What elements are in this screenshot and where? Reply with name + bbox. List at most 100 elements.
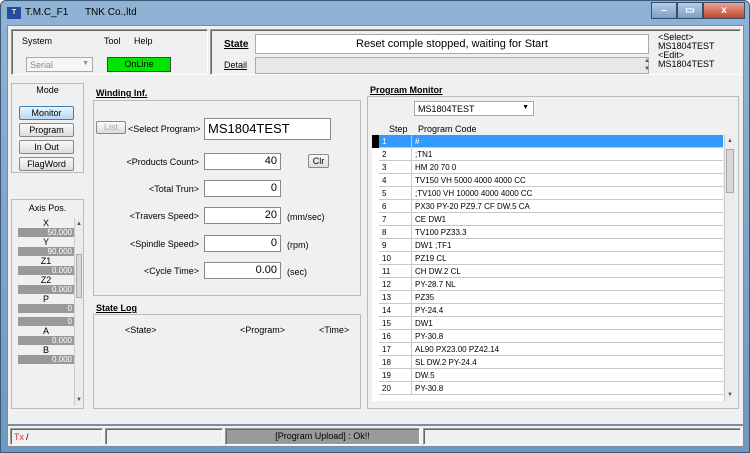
table-row[interactable]: 15 DW1	[372, 316, 723, 330]
scroll-down-icon[interactable]: ▼	[75, 394, 83, 406]
chevron-down-icon: ▼	[82, 60, 89, 67]
total-trun-label: <Total Trun>	[148, 184, 199, 194]
table-row[interactable]: 3 HM 20 70 0	[372, 160, 723, 174]
menu-help[interactable]: Help	[134, 36, 153, 46]
maximize-button[interactable]: ▭	[677, 2, 703, 19]
step-cell: 3	[379, 160, 412, 174]
row-marker	[372, 342, 379, 356]
axis-p-value: 0	[18, 304, 74, 313]
row-marker	[372, 160, 379, 174]
axis-z2-label: Z2	[40, 275, 52, 285]
col-step-header: Step	[389, 124, 408, 134]
menu-tool[interactable]: Tool	[104, 36, 121, 46]
products-count-label: <Products Count>	[126, 157, 199, 167]
table-row[interactable]: 18 SL DW.2 PY-24.4	[372, 355, 723, 369]
menu-system[interactable]: System	[22, 36, 52, 46]
close-button[interactable]: x	[703, 2, 745, 19]
list-button[interactable]: List	[96, 121, 126, 134]
step-cell: 13	[379, 290, 412, 304]
code-cell: PY-28.7 NL	[411, 277, 723, 291]
col-code-header: Program Code	[418, 124, 477, 134]
table-row[interactable]: 1 #	[372, 135, 723, 148]
state-panel: State Reset comple stopped, waiting for …	[210, 29, 741, 75]
mode-monitor-button[interactable]: Monitor	[19, 106, 74, 120]
state-log-panel[interactable]: <State> <Program> <Time>	[93, 314, 361, 409]
table-row[interactable]: 13 PZ35	[372, 290, 723, 304]
status-bar: Tx / [Program Upload] : Ok!!	[7, 425, 744, 447]
port-select[interactable]: Serial ▼	[26, 57, 93, 72]
code-cell: DW.5	[411, 368, 723, 382]
table-row[interactable]: 5 ;TV100 VH 10000 4000 4000 CC	[372, 186, 723, 200]
table-row[interactable]: 2 ;TN1	[372, 147, 723, 161]
program-monitor-panel: MS1804TEST ▼ Step Program Code 1 #2 ;TN1 3 H…	[367, 96, 739, 409]
axis-p-label: P	[42, 294, 49, 304]
axis-a-label: A	[42, 326, 49, 336]
table-row[interactable]: 19 DW.5	[372, 368, 723, 382]
select-program-field[interactable]: MS1804TEST	[204, 118, 331, 140]
code-cell: ;TV100 VH 10000 4000 4000 CC	[411, 186, 723, 200]
program-scrollbar[interactable]: ▲ ▼	[724, 135, 735, 401]
step-cell: 20	[379, 381, 412, 395]
title-bar[interactable]: T T.M.C_F1 TNK Co.,ltd – ▭ x	[1, 1, 749, 25]
table-row[interactable]: 17 AL90 PX23.00 PZ42.14	[372, 342, 723, 356]
axis-b-label: B	[42, 345, 49, 355]
scroll-down-icon[interactable]: ▼	[725, 389, 735, 401]
step-cell: 14	[379, 303, 412, 317]
clr-button[interactable]: Clr	[308, 154, 329, 168]
table-row[interactable]: 8 TV100 PZ33.3	[372, 225, 723, 239]
code-cell: PY-30.8	[411, 381, 723, 395]
table-row[interactable]: 10 PZ19 CL	[372, 251, 723, 265]
axis-scrollbar[interactable]: ▲ ▼	[74, 218, 83, 406]
step-cell: 9	[379, 238, 412, 252]
detail-scroll[interactable]: ▲ ▼	[643, 57, 651, 74]
step-cell: 19	[379, 368, 412, 382]
code-cell: SL DW.2 PY-24.4	[411, 355, 723, 369]
total-trun-field: 0	[204, 180, 281, 197]
axis-z1-label: Z1	[40, 256, 52, 266]
table-row[interactable]: 14 PY-24.4	[372, 303, 723, 317]
code-cell: DW1	[411, 316, 723, 330]
step-cell: 4	[379, 173, 412, 187]
minimize-button[interactable]: –	[651, 2, 677, 19]
mode-flagword-button[interactable]: FlagWord	[19, 157, 74, 171]
app-name: T.M.C_F1	[25, 7, 69, 18]
table-row[interactable]: 9 DW1 ;TF1	[372, 238, 723, 252]
travers-speed-unit: (mm/sec)	[287, 212, 325, 222]
step-cell: 16	[379, 329, 412, 343]
cycle-time-field: 0.00	[204, 262, 281, 279]
table-row[interactable]: 11 CH DW.2 CL	[372, 264, 723, 278]
row-marker	[372, 355, 379, 369]
program-scroll-thumb[interactable]	[726, 149, 734, 193]
scroll-up-icon[interactable]: ▲	[725, 135, 735, 147]
table-row[interactable]: 20 PY-30.8	[372, 381, 723, 395]
table-row[interactable]: 12 PY-28.7 NL	[372, 277, 723, 291]
scroll-up-icon[interactable]: ▲	[75, 218, 83, 230]
step-cell: 6	[379, 199, 412, 213]
table-row[interactable]: 7 CE DW1	[372, 212, 723, 226]
row-marker	[372, 277, 379, 291]
table-row[interactable]: 4 TV150 VH 5000 4000 4000 CC	[372, 173, 723, 187]
code-cell: #	[411, 135, 723, 148]
step-cell: 1	[379, 135, 412, 148]
state-text: Reset comple stopped, waiting for Start	[255, 34, 649, 54]
program-table[interactable]: 1 #2 ;TN1 3 HM 20 70 0 4 TV150 VH 5000 4000 40…	[372, 135, 723, 401]
axis-x-label: X	[42, 218, 49, 228]
travers-speed-field: 20	[204, 207, 281, 224]
cycle-time-label: <Cycle Time>	[143, 266, 199, 276]
code-cell: TV150 VH 5000 4000 4000 CC	[411, 173, 723, 187]
row-marker	[372, 173, 379, 187]
mode-title: Mode	[36, 85, 59, 95]
axis-x-value: 50.000	[18, 228, 74, 237]
program-monitor-title: Program Monitor	[370, 85, 443, 95]
program-select[interactable]: MS1804TEST ▼	[414, 101, 534, 116]
table-row[interactable]: 6 PX30 PY-20 PZ9.7 CF DW.5 CA	[372, 199, 723, 213]
mode-program-button[interactable]: Program	[19, 123, 74, 137]
axis-scroll-thumb[interactable]	[76, 254, 82, 298]
mode-inout-button[interactable]: In Out	[19, 140, 74, 154]
code-cell: CE DW1	[411, 212, 723, 226]
step-cell: 2	[379, 147, 412, 161]
row-marker	[372, 290, 379, 304]
table-row[interactable]: 16 PY-30.8	[372, 329, 723, 343]
main-client: System Tool Help Serial ▼ OnLine State R…	[7, 25, 744, 425]
app-icon: T	[7, 7, 21, 19]
